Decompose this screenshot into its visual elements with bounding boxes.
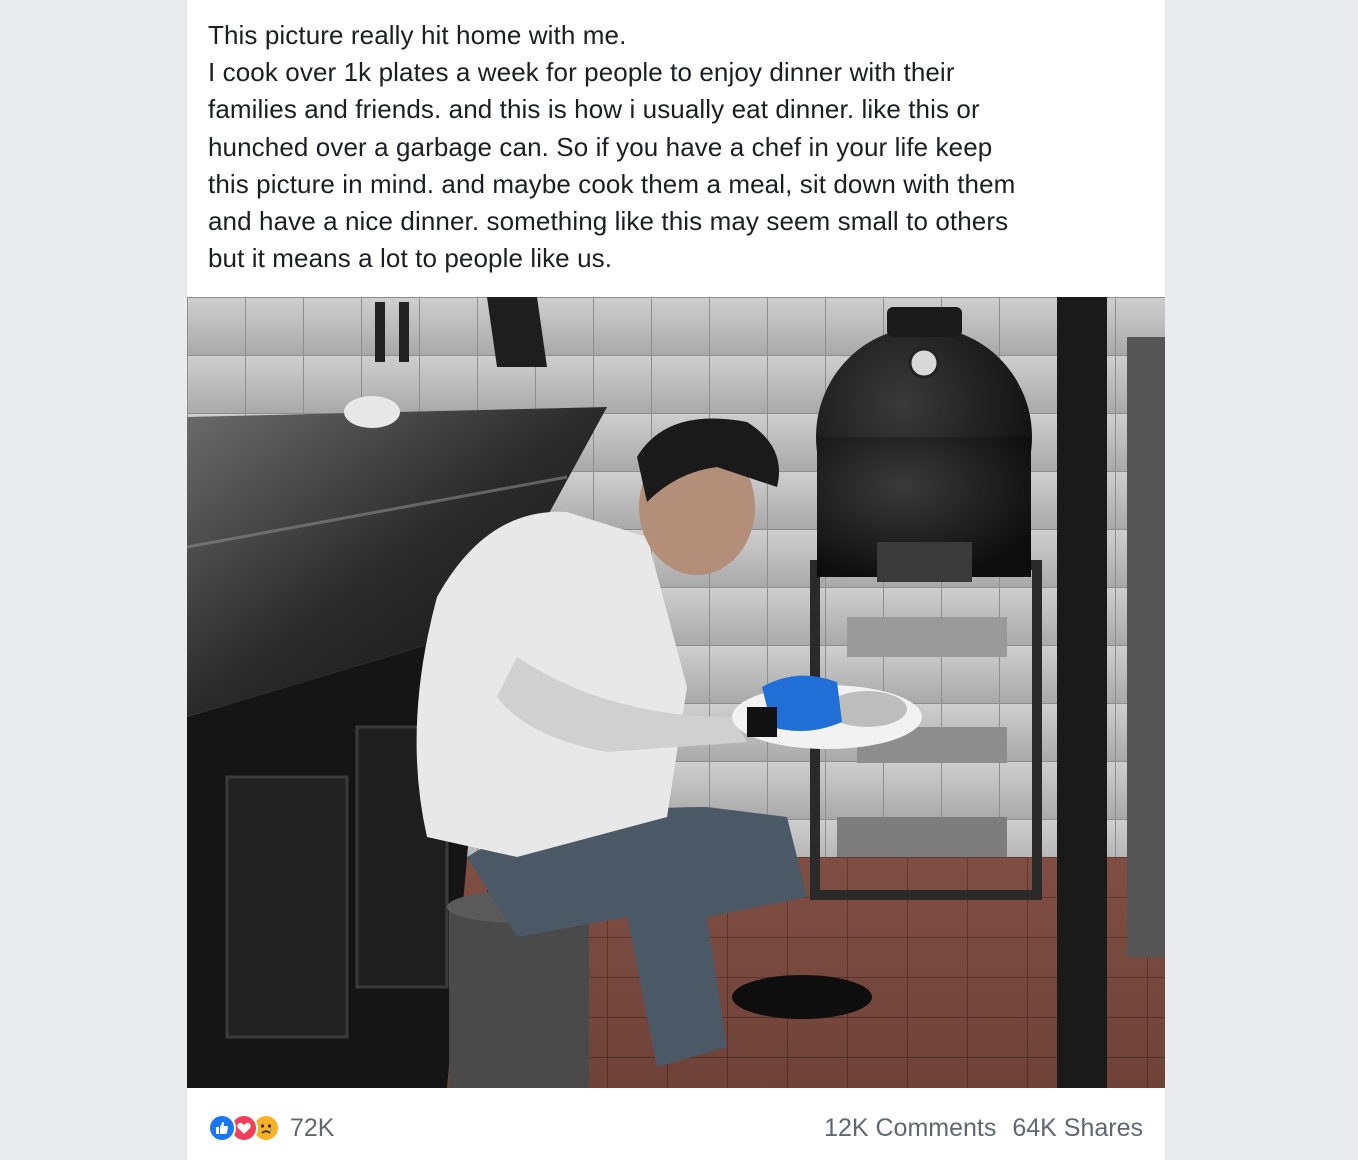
post-text-line: but it means a lot to people like us.	[208, 243, 613, 274]
like-icon	[208, 1114, 236, 1142]
post-text: This picture really hit home with me. I …	[208, 17, 1148, 277]
post-text-line: I cook over 1k plates a week for people …	[208, 57, 955, 88]
post-text-line: this picture in mind. and maybe cook the…	[208, 168, 1016, 199]
post-text-line: and have a nice dinner. something like t…	[208, 206, 1009, 237]
post-photo[interactable]	[187, 297, 1165, 1088]
post-text-line: This picture really hit home with me.	[208, 20, 627, 50]
post-stats: 12K Comments 64K Shares	[824, 1113, 1143, 1143]
reactions-summary[interactable]: 72K	[208, 1113, 334, 1143]
post-text-line: families and friends. and this is how i …	[208, 94, 980, 125]
photo-chef-eating-in-kitchen-icon	[187, 297, 1165, 1088]
post-card: This picture really hit home with me. I …	[187, 0, 1165, 1160]
reaction-count: 72K	[290, 1113, 335, 1142]
comments-count-link[interactable]: 12K Comments	[824, 1114, 996, 1143]
post-footer: 72K 12K Comments 64K Shares	[187, 1088, 1165, 1160]
shares-count-link[interactable]: 64K Shares	[1012, 1114, 1143, 1143]
post-text-line: hunched over a garbage can. So if you ha…	[208, 131, 993, 162]
